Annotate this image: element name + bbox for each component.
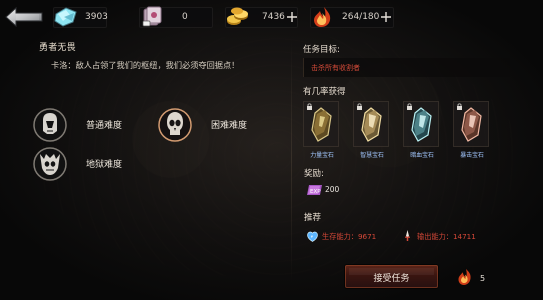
back-arrow-icon[interactable] [4, 5, 46, 29]
gold-coins-icon [227, 7, 248, 25]
card-value: 0 [182, 12, 188, 22]
reward-item[interactable]: 暴击宝石 [453, 101, 489, 159]
difficulty-normal[interactable]: 普通难度 [32, 107, 147, 142]
gold-resource: 7436 [225, 7, 298, 28]
add-gold-icon[interactable] [286, 11, 298, 23]
drop-label: 有几率获得 [303, 87, 346, 97]
target-text: 击杀所有收割者 [311, 64, 360, 72]
stamina-flame-icon [314, 7, 331, 27]
exp-value: 200 [325, 185, 340, 194]
critical-gem-icon [461, 107, 482, 142]
add-stamina-icon[interactable] [380, 11, 392, 23]
difficulty-hell[interactable]: 地狱难度 [32, 146, 147, 181]
mission-quote: 卡洛：敌人占领了我们的枢纽，我们必须夺回据点！ [51, 60, 240, 70]
reward-label: 智慧宝石 [360, 152, 384, 159]
difficulty-hard[interactable]: 困难难度 [157, 107, 290, 142]
reward-item[interactable]: 智慧宝石 [353, 101, 389, 159]
damage-sword-icon [405, 230, 410, 241]
power-gem-icon [311, 107, 332, 142]
crystal-value: 3903 [85, 12, 108, 22]
stamina-cost-flame-icon [458, 269, 471, 285]
exp-text: EXP [310, 189, 321, 195]
dark-blood-gem-icon [411, 107, 432, 142]
accept-mission-label: 接受任务 [373, 274, 410, 284]
card-resource: 0 [139, 6, 213, 28]
stamina-cost-value: 5 [480, 274, 486, 283]
mission-title: 勇者无畏 [39, 43, 76, 53]
reward-label: 力量宝石 [310, 152, 334, 159]
accept-mission-button[interactable]: 接受任务 [345, 265, 438, 288]
difficulty-hard-label: 困难难度 [211, 121, 248, 131]
exp-icon: EXP [307, 185, 322, 195]
gold-value: 7436 [262, 12, 285, 22]
reward-label: 暴击宝石 [460, 152, 484, 159]
panel-divider [291, 38, 292, 283]
target-box: 击杀所有收割者 [303, 58, 510, 77]
bonus-label: 奖励: [304, 169, 324, 179]
difficulty-normal-label: 普通难度 [86, 121, 123, 131]
top-resource-bar: 3903 0 7436 264/180 [0, 0, 543, 36]
wisdom-gem-icon [361, 107, 382, 142]
reward-label: 暗血宝石 [410, 152, 434, 159]
stamina-resource: 264/180 [310, 7, 394, 28]
reward-item[interactable]: 力量宝石 [303, 101, 339, 159]
reward-item[interactable]: 暗血宝石 [403, 101, 439, 159]
crystal-resource: 3903 [53, 7, 108, 28]
survival-heart-icon [307, 231, 318, 242]
crystal-icon [54, 7, 77, 27]
hard-difficulty-skull-icon [158, 108, 192, 142]
game-screen: 3903 0 7436 264/180 勇者无畏 卡洛：敌人占领了我们的枢纽，我… [0, 0, 543, 300]
reward-list: 力量宝石 智慧宝石 暗血宝石 暴击宝石 [303, 101, 503, 161]
card-icon [142, 6, 162, 27]
recommend-label: 推荐 [304, 213, 322, 223]
damage-text: 输出能力：14711 [417, 232, 476, 241]
difficulty-hell-label: 地狱难度 [86, 160, 123, 170]
target-label: 任务目标: [303, 45, 340, 55]
hell-difficulty-demon-icon [33, 147, 67, 181]
stamina-value: 264/180 [342, 12, 380, 22]
survival-text: 生存能力：9671 [322, 232, 377, 241]
normal-difficulty-helmet-icon [33, 108, 67, 142]
